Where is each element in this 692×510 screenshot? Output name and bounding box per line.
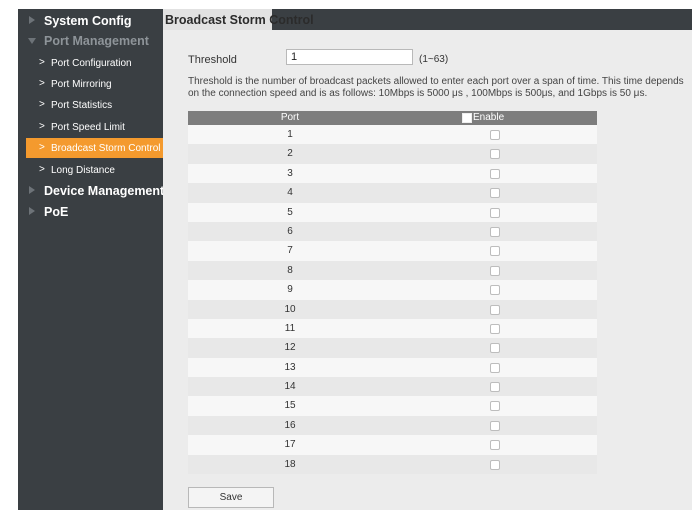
sidebar: System Config Port Management > Port Con… xyxy=(18,9,165,510)
port-number: 11 xyxy=(284,322,296,334)
table-row: 16 xyxy=(188,415,597,436)
threshold-label: Threshold xyxy=(188,54,237,66)
nav-section-label: Device Management xyxy=(44,184,165,198)
sidebar-item-broadcast-storm-control[interactable]: > Broadcast Storm Control xyxy=(26,138,164,158)
nav-section-device-management[interactable]: Device Management xyxy=(18,181,165,201)
chevron-right-icon: > xyxy=(39,164,45,175)
chevron-right-icon: > xyxy=(39,142,45,153)
table-row: 10 xyxy=(188,299,597,319)
save-button[interactable]: Save xyxy=(188,487,274,508)
sidebar-item-label: Port Statistics xyxy=(51,100,113,111)
nav-section-label: Port Management xyxy=(44,34,149,48)
port-number: 7 xyxy=(287,245,293,257)
enable-checkbox[interactable] xyxy=(490,265,500,276)
table-row: 7 xyxy=(188,241,597,261)
enable-checkbox[interactable] xyxy=(490,440,500,451)
port-table: 1 2 3 4 5 6 7 8 9 10 11 12 13 14 15 16 17 18 xyxy=(188,125,597,475)
enable-checkbox[interactable] xyxy=(490,420,500,431)
sidebar-item-port-configuration[interactable]: > Port Configuration xyxy=(18,53,163,73)
threshold-range-hint: (1~63) xyxy=(419,54,449,65)
enable-header-label: Enable xyxy=(473,112,505,123)
enable-checkbox[interactable] xyxy=(490,382,500,393)
port-number: 10 xyxy=(284,303,296,315)
chevron-right-icon: > xyxy=(39,57,45,68)
table-header: Port Enable xyxy=(188,111,597,125)
port-number: 18 xyxy=(284,458,296,470)
sidebar-item-port-mirroring[interactable]: > Port Mirroring xyxy=(18,74,163,94)
enable-checkbox[interactable] xyxy=(490,207,500,218)
port-number: 9 xyxy=(287,284,293,296)
enable-checkbox[interactable] xyxy=(490,168,500,179)
caret-right-icon xyxy=(29,207,35,215)
table-row: 14 xyxy=(188,377,597,397)
sidebar-item-label: Port Speed Limit xyxy=(51,122,125,133)
page-title: Broadcast Storm Control xyxy=(165,13,314,27)
sidebar-item-long-distance[interactable]: > Long Distance xyxy=(18,160,163,180)
table-row: 9 xyxy=(188,280,597,300)
enable-checkbox[interactable] xyxy=(490,285,500,296)
enable-checkbox[interactable] xyxy=(490,149,500,160)
port-number: 13 xyxy=(284,361,296,373)
enable-checkbox[interactable] xyxy=(490,130,500,140)
nav-section-poe[interactable]: PoE xyxy=(18,202,163,222)
table-row: 17 xyxy=(188,435,597,455)
nav-section-label: System Config xyxy=(44,14,132,28)
sidebar-item-label: Port Mirroring xyxy=(51,79,112,90)
enable-checkbox[interactable] xyxy=(490,246,500,257)
chevron-right-icon: > xyxy=(39,121,45,132)
table-row: 18 xyxy=(188,454,597,475)
nav-section-port-management[interactable]: Port Management xyxy=(18,31,163,51)
table-row: 1 xyxy=(188,125,597,145)
enable-checkbox[interactable] xyxy=(490,362,500,373)
port-number: 8 xyxy=(287,264,293,276)
enable-checkbox[interactable] xyxy=(490,226,500,237)
table-row: 15 xyxy=(188,396,597,416)
sidebar-item-label: Broadcast Storm Control xyxy=(51,143,161,154)
column-header-port: Port xyxy=(280,112,300,123)
port-number: 4 xyxy=(287,187,293,199)
caret-down-icon xyxy=(28,38,36,44)
port-number: 14 xyxy=(284,381,296,393)
table-row: 11 xyxy=(188,318,597,339)
chevron-right-icon: > xyxy=(39,78,45,89)
port-number: 2 xyxy=(287,148,293,160)
enable-all-checkbox[interactable] xyxy=(462,113,472,123)
column-header-enable: Enable xyxy=(462,112,505,123)
table-row: 5 xyxy=(188,202,597,222)
enable-checkbox[interactable] xyxy=(490,459,500,470)
threshold-input[interactable] xyxy=(286,49,413,65)
sidebar-item-label: Port Configuration xyxy=(51,58,132,69)
sidebar-item-port-statistics[interactable]: > Port Statistics xyxy=(18,95,163,115)
table-row: 2 xyxy=(188,144,597,164)
caret-right-icon xyxy=(29,16,35,24)
port-number: 5 xyxy=(287,206,293,218)
port-number: 17 xyxy=(284,439,296,451)
table-row: 8 xyxy=(188,260,597,281)
table-row: 3 xyxy=(188,163,597,184)
page-title-tab: Broadcast Storm Control xyxy=(163,9,314,30)
enable-checkbox[interactable] xyxy=(490,188,500,199)
table-row: 6 xyxy=(188,221,597,242)
threshold-description: Threshold is the number of broadcast pac… xyxy=(188,76,684,99)
table-row: 4 xyxy=(188,183,597,203)
sidebar-item-label: Long Distance xyxy=(51,165,115,176)
table-row: 13 xyxy=(188,357,597,378)
sidebar-item-port-speed-limit[interactable]: > Port Speed Limit xyxy=(18,117,163,137)
port-number: 3 xyxy=(287,167,293,179)
table-row: 12 xyxy=(188,338,597,358)
enable-checkbox[interactable] xyxy=(490,401,500,412)
port-number: 15 xyxy=(284,400,296,412)
enable-checkbox[interactable] xyxy=(490,343,500,354)
port-number: 12 xyxy=(284,342,296,354)
port-number: 6 xyxy=(287,225,293,237)
enable-checkbox[interactable] xyxy=(490,304,500,315)
caret-right-icon xyxy=(29,186,35,194)
enable-checkbox[interactable] xyxy=(490,323,500,334)
port-number: 16 xyxy=(284,419,296,431)
nav-section-label: PoE xyxy=(44,205,69,219)
nav-section-system-config[interactable]: System Config xyxy=(18,11,163,31)
chevron-right-icon: > xyxy=(39,99,45,110)
port-number: 1 xyxy=(287,129,293,140)
